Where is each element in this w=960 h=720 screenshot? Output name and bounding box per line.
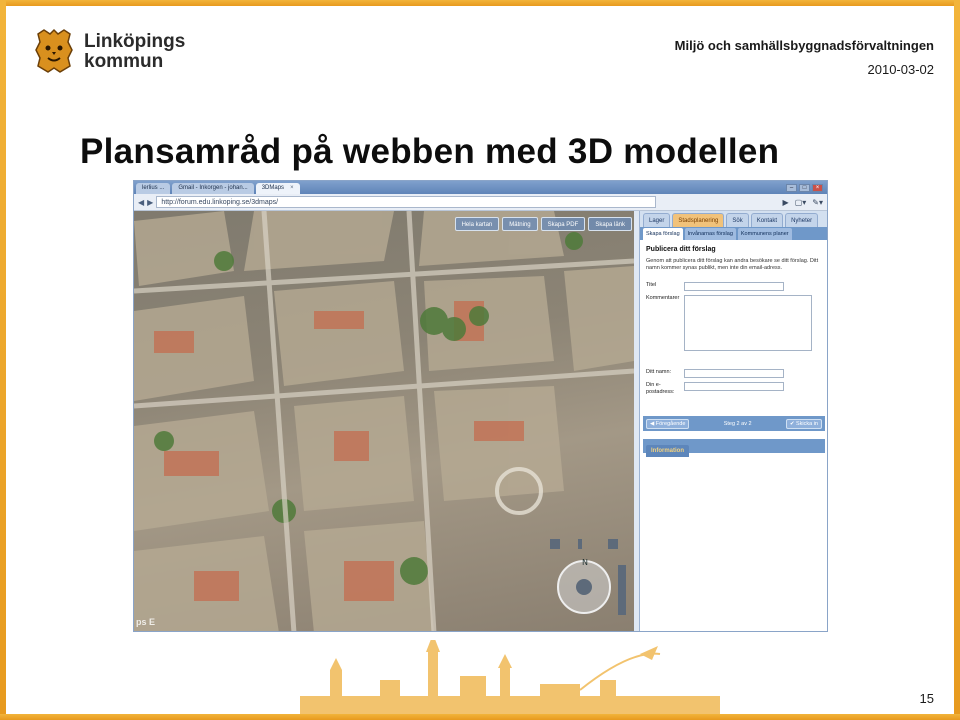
- frame-border-bottom: [0, 714, 960, 720]
- full-map-button[interactable]: Hela kartan: [454, 217, 500, 231]
- minimize-icon[interactable]: –: [786, 184, 797, 192]
- browser-window: lerlius ... Gmail - Inkorgen - johan... …: [133, 180, 828, 632]
- municipality-logo: Linköpings kommun: [30, 28, 185, 76]
- email-label: Din e-postadress:: [646, 382, 675, 395]
- wrench-icon[interactable]: ✎▾: [812, 198, 823, 207]
- page-menu-icon[interactable]: ▢▾: [795, 198, 807, 207]
- frame-border-left: [0, 0, 6, 720]
- address-bar: ◀ ▶ http://forum.edu.linkoping.se/3dmaps…: [134, 194, 827, 211]
- close-icon[interactable]: ×: [290, 185, 294, 191]
- tab-stadsplanering[interactable]: Stadsplanering: [672, 213, 725, 227]
- information-bar: Information: [643, 439, 825, 457]
- page-content: Hela kartan Mätning Skapa PDF Skapa länk…: [134, 211, 827, 631]
- tab-label: Gmail - Inkorgen - johan...: [178, 185, 248, 191]
- organization-name: Miljö och samhällsbyggnadsförvaltningen: [674, 38, 934, 53]
- slide: Linköpings kommun Miljö och samhällsbygg…: [0, 0, 960, 720]
- zoom-slider-icon: [618, 565, 626, 615]
- send-label: Skicka in: [795, 420, 818, 427]
- form-description: Genom att publicera ditt förslag kan and…: [646, 258, 819, 271]
- email-input[interactable]: [684, 382, 784, 391]
- slide-title: Plansamråd på webben med 3D modellen: [80, 132, 780, 171]
- proposal-form: Publicera ditt förslag Genom att publice…: [640, 240, 827, 406]
- svg-text:N: N: [582, 558, 588, 567]
- city-skyline-graphic: [300, 640, 720, 714]
- back-icon[interactable]: ◀: [138, 198, 144, 207]
- slide-date: 2010-03-02: [867, 62, 935, 77]
- comment-textarea[interactable]: [684, 295, 812, 351]
- create-link-button[interactable]: Skapa länk: [588, 217, 632, 231]
- logo-line2: kommun: [84, 51, 164, 72]
- browser-tabbar: lerlius ... Gmail - Inkorgen - johan... …: [134, 181, 827, 194]
- tab-nyheter[interactable]: Nyheter: [785, 213, 819, 227]
- tilt-icon: [578, 539, 582, 549]
- comment-label: Kommentarer: [646, 295, 680, 301]
- window-close-icon[interactable]: ×: [812, 184, 823, 192]
- title-input[interactable]: [684, 282, 784, 291]
- maximize-icon[interactable]: □: [799, 184, 810, 192]
- send-button[interactable]: ✔ Skicka in: [785, 418, 822, 429]
- browser-tab-3dmaps[interactable]: 3DMaps ×: [255, 183, 300, 194]
- side-panel: Lager Stadsplanering Sök Kontakt Nyheter…: [639, 211, 827, 631]
- title-label: Titel: [646, 282, 657, 288]
- previous-label: Föregående: [655, 420, 686, 427]
- panel-tabs: Lager Stadsplanering Sök Kontakt Nyheter: [640, 211, 827, 227]
- tab-sok[interactable]: Sök: [726, 213, 749, 227]
- forward-icon[interactable]: ▶: [147, 198, 153, 207]
- name-label: Ditt namn:: [646, 369, 672, 375]
- measure-button[interactable]: Mätning: [502, 217, 538, 231]
- browser-tab-1[interactable]: lerlius ...: [136, 183, 171, 194]
- step-bar: ◀ Föregående Steg 2 av 2 ✔ Skicka in: [643, 416, 825, 431]
- map-watermark: ps E: [136, 617, 156, 627]
- lion-crest-icon: [35, 28, 73, 73]
- form-heading: Publicera ditt förslag: [646, 246, 716, 253]
- tab-lager[interactable]: Lager: [643, 213, 671, 227]
- panel-subtabs: Skapa förslag Invånarnas förslag Kommune…: [640, 227, 827, 240]
- tab-information[interactable]: Information: [646, 445, 689, 457]
- tab-kontakt[interactable]: Kontakt: [750, 213, 784, 227]
- browser-tab-gmail[interactable]: Gmail - Inkorgen - johan...: [172, 183, 254, 194]
- previous-button[interactable]: ◀ Föregående: [646, 418, 690, 429]
- create-pdf-button[interactable]: Skapa PDF: [540, 217, 586, 231]
- subtab-citizen-proposals[interactable]: Invånarnas förslag: [684, 228, 736, 240]
- play-icon[interactable]: ▶: [783, 198, 789, 207]
- frame-border-top: [0, 0, 960, 6]
- name-input[interactable]: [684, 369, 784, 378]
- subtab-municipal-plans[interactable]: Kommunens planer: [737, 228, 792, 240]
- logo-line1: Linköpings: [84, 31, 186, 52]
- grid-icon: [550, 539, 560, 549]
- url-field[interactable]: http://forum.edu.linkoping.se/3dmaps/: [156, 196, 657, 208]
- step-indicator: Steg 2 av 2: [723, 420, 752, 427]
- tab-label: 3DMaps: [261, 185, 285, 191]
- pan-control-icon: [576, 579, 592, 595]
- subtab-create-proposal[interactable]: Skapa förslag: [643, 228, 683, 240]
- tab-label: lerlius ...: [142, 185, 165, 191]
- 3d-city-map[interactable]: Hela kartan Mätning Skapa PDF Skapa länk…: [134, 211, 634, 631]
- frame-border-right: [954, 0, 960, 720]
- home-icon: [608, 539, 618, 549]
- map-navigation-controls[interactable]: N: [548, 535, 628, 625]
- page-number: 15: [919, 691, 934, 706]
